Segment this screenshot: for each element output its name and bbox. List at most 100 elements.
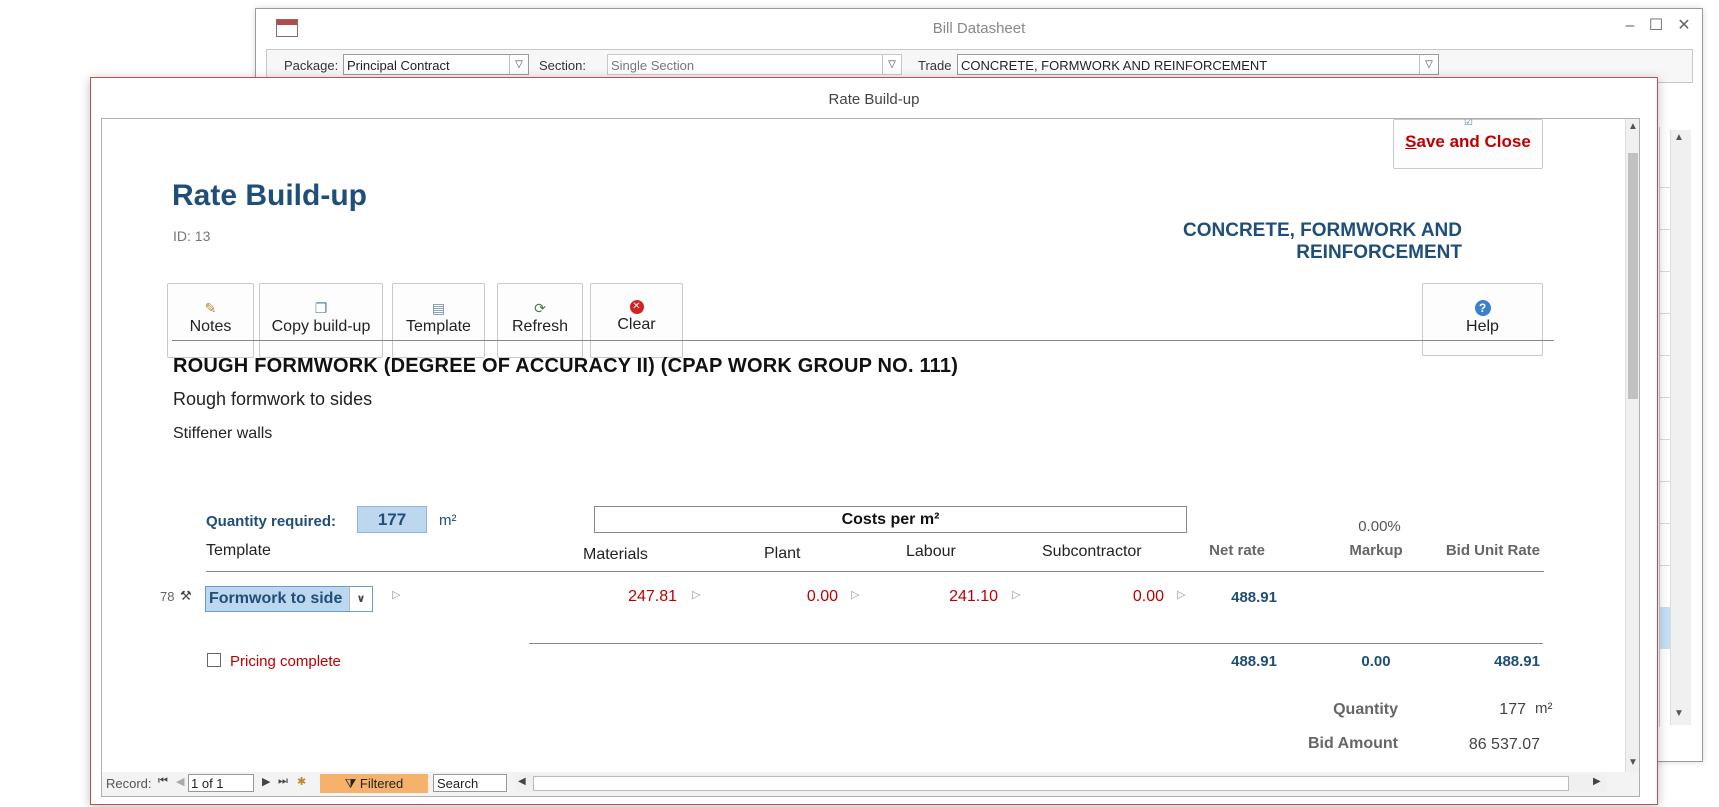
- tools-icon[interactable]: ⚒: [180, 588, 192, 604]
- pricing-complete-checkbox[interactable]: [207, 653, 221, 667]
- chevron-down-icon[interactable]: ∨: [349, 587, 372, 611]
- markup-total: 0.00: [1361, 653, 1391, 670]
- record-navigation-bar: Record: ⏮ ◀ 1 of 1 ▶ ⏭ ✱ ⧩ Filtered Sear…: [101, 772, 1640, 797]
- chevron-down-icon[interactable]: ▽: [509, 55, 528, 74]
- refresh-button[interactable]: ⟳ Refresh: [497, 283, 583, 358]
- labour-value[interactable]: 241.10: [892, 588, 998, 606]
- trade-combo[interactable]: CONCRETE, FORMWORK AND REINFORCEMENT ▽: [957, 54, 1439, 75]
- refresh-icon: ⟳: [534, 300, 546, 316]
- first-record-icon[interactable]: ⏮: [158, 775, 168, 788]
- markup-column-header: Markup: [1349, 542, 1403, 559]
- scrollbar-thumb[interactable]: [1628, 153, 1638, 399]
- rate-buildup-window-title: Rate Build-up: [828, 91, 920, 108]
- datasheet-vertical-scrollbar[interactable]: ▲ ▼: [1670, 130, 1691, 725]
- chevron-down-icon[interactable]: ▽: [882, 55, 901, 74]
- help-button-label: Help: [1466, 318, 1499, 335]
- package-combo[interactable]: Principal Contract ▽: [343, 54, 529, 75]
- markup-percentage[interactable]: 0.00%: [1332, 518, 1427, 535]
- plant-drilldown-icon[interactable]: ▷: [851, 588, 859, 601]
- package-value: Principal Contract: [347, 58, 450, 73]
- net-rate-column-header: Net rate: [1209, 542, 1265, 559]
- record-label: Record:: [106, 776, 152, 791]
- rate-buildup-form: ☑ Save and Close Rate Build-up ID: 13 CO…: [101, 118, 1640, 774]
- copy-icon: ❐: [314, 300, 328, 316]
- copy-buildup-button[interactable]: ❐ Copy build-up: [259, 283, 383, 358]
- form-title: Rate Build-up: [172, 179, 367, 212]
- trade-label: Trade: [918, 58, 952, 73]
- package-label: Package:: [284, 58, 339, 73]
- quantity-required-field[interactable]: 177: [357, 506, 427, 533]
- quantity-summary-unit: m²: [1535, 700, 1553, 717]
- save-close-label: ave and Close: [1416, 132, 1531, 151]
- next-record-icon[interactable]: ▶: [262, 775, 270, 788]
- scroll-down-icon[interactable]: ▼: [1674, 708, 1684, 719]
- net-rate-value: 488.91: [1231, 589, 1277, 606]
- clear-button-label: Clear: [617, 316, 656, 333]
- plant-column-header: Plant: [764, 545, 801, 562]
- bid-amount-label: Bid Amount: [1307, 735, 1398, 752]
- template-select[interactable]: Formwork to side ∨: [205, 586, 373, 612]
- save-close-accesskey: S: [1405, 132, 1417, 151]
- scroll-down-icon[interactable]: ▼: [1626, 755, 1639, 771]
- summary-divider: [529, 643, 1543, 644]
- filtered-toggle[interactable]: ⧩ Filtered: [320, 774, 428, 793]
- template-button[interactable]: ▤ Template: [392, 283, 485, 358]
- filtered-label: Filtered: [359, 776, 404, 791]
- save-icon: ☑: [1464, 118, 1473, 128]
- current-record-field[interactable]: 1 of 1: [188, 774, 254, 792]
- rate-buildup-window: Rate Build-up ☑ Save and Close Rate Buil…: [90, 77, 1658, 805]
- trade-value: CONCRETE, FORMWORK AND REINFORCEMENT: [961, 58, 1268, 73]
- search-input[interactable]: Search: [433, 774, 507, 792]
- plant-value[interactable]: 0.00: [742, 588, 838, 606]
- materials-drilldown-icon[interactable]: ▷: [692, 588, 700, 601]
- save-and-close-button[interactable]: ☑ Save and Close: [1393, 119, 1543, 169]
- net-rate-total: 488.91: [1231, 653, 1277, 670]
- bill-datasheet-title: Bill Datasheet: [932, 20, 1026, 37]
- materials-value[interactable]: 247.81: [582, 588, 677, 606]
- bid-unit-rate-total: 488.91: [1494, 653, 1540, 670]
- quantity-unit: m²: [439, 512, 457, 529]
- scroll-right-icon[interactable]: ▶: [1593, 776, 1601, 787]
- item-heading: ROUGH FORMWORK (DEGREE OF ACCURACY II) (…: [173, 355, 959, 377]
- close-icon[interactable]: ✕: [1670, 15, 1698, 37]
- bill-datasheet-titlebar: Bill Datasheet – ☐ ✕: [256, 9, 1702, 47]
- trade-heading: CONCRETE, FORMWORK AND REINFORCEMENT: [1183, 220, 1462, 263]
- divider: [172, 340, 1554, 341]
- previous-record-icon[interactable]: ◀: [176, 775, 184, 788]
- maximize-icon[interactable]: ☐: [1642, 15, 1670, 37]
- template-icon: ▤: [431, 300, 446, 316]
- pricing-complete-label: Pricing complete: [230, 653, 341, 670]
- labour-drilldown-icon[interactable]: ▷: [1012, 588, 1020, 601]
- template-drilldown-icon[interactable]: ▷: [392, 588, 400, 601]
- new-record-icon[interactable]: ✱: [297, 775, 306, 788]
- filter-icon: ⧩: [344, 776, 360, 791]
- quantity-summary-value: 177: [1499, 701, 1526, 718]
- pencil-icon: ✎: [204, 300, 217, 316]
- quantity-required-label: Quantity required:: [206, 513, 337, 530]
- minimize-icon[interactable]: –: [1616, 15, 1644, 37]
- form-vertical-scrollbar[interactable]: ▲ ▼: [1625, 119, 1639, 773]
- item-subdescription: Stiffener walls: [173, 425, 273, 442]
- bid-unit-rate-column-header: Bid Unit Rate: [1445, 542, 1540, 559]
- clear-icon: ✕: [629, 300, 644, 314]
- horizontal-scrollbar[interactable]: ◀ ▶: [516, 775, 1607, 792]
- subcontractor-column-header: Subcontractor: [1042, 543, 1142, 560]
- notes-button[interactable]: ✎ Notes: [167, 283, 254, 358]
- subcontractor-value[interactable]: 0.00: [1052, 588, 1164, 606]
- section-combo[interactable]: Single Section ▽: [607, 54, 902, 75]
- chevron-down-icon[interactable]: ▽: [1419, 55, 1438, 74]
- help-button[interactable]: ? Help: [1422, 283, 1543, 356]
- scroll-up-icon[interactable]: ▲: [1626, 119, 1639, 135]
- scroll-up-icon[interactable]: ▲: [1674, 132, 1684, 143]
- clear-button[interactable]: ✕ Clear: [590, 283, 683, 358]
- row-number: 78: [160, 589, 175, 604]
- scroll-left-icon[interactable]: ◀: [518, 776, 526, 787]
- item-description: Rough formwork to sides: [173, 389, 373, 409]
- help-icon: ?: [1474, 300, 1491, 316]
- last-record-icon[interactable]: ⏭: [278, 775, 288, 788]
- template-button-label: Template: [406, 318, 471, 335]
- section-value: Single Section: [611, 58, 695, 73]
- header-divider: [206, 571, 1544, 572]
- notes-button-label: Notes: [189, 318, 232, 335]
- scrollbar-track[interactable]: [533, 776, 1569, 791]
